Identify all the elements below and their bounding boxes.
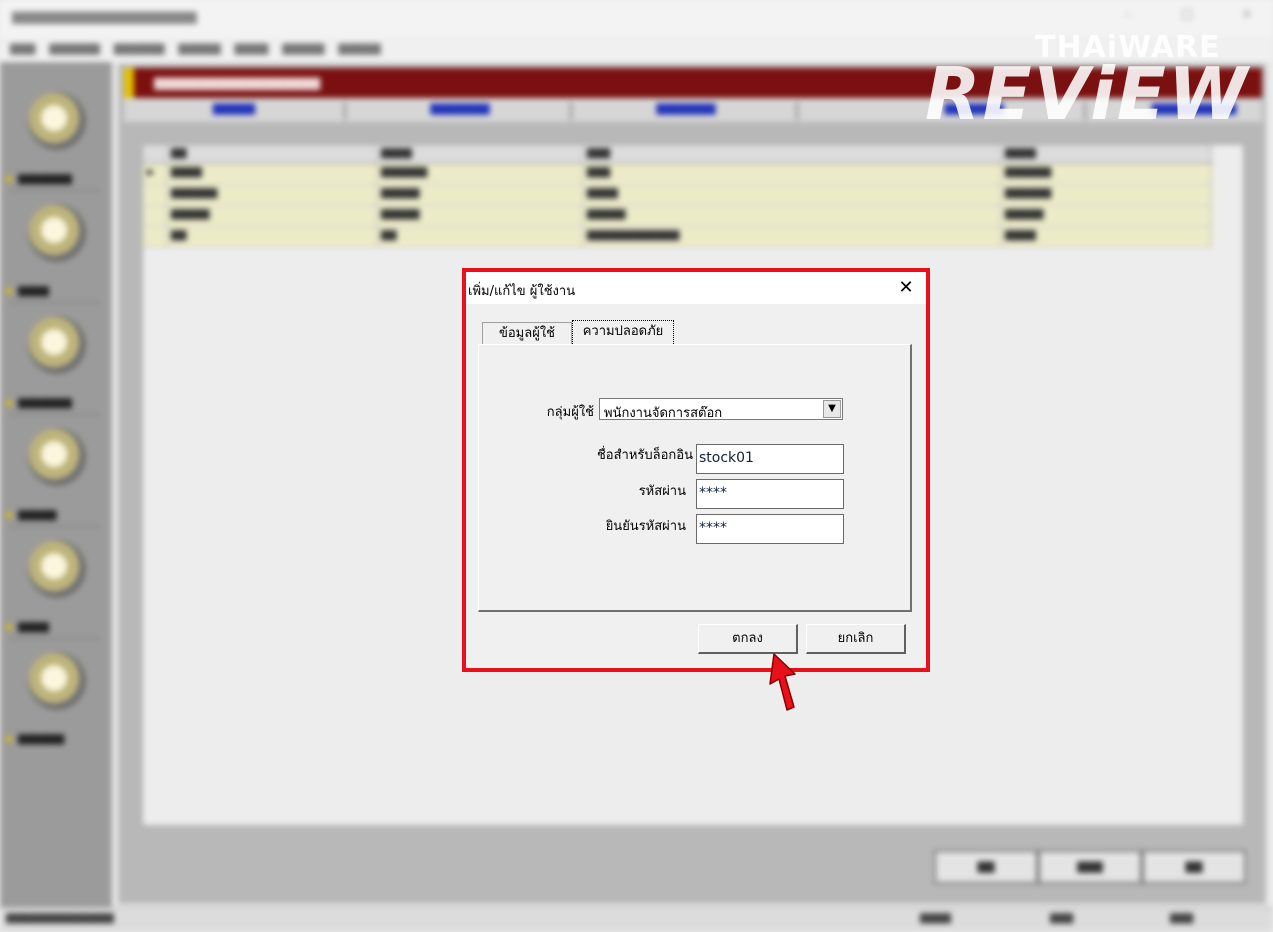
- menu-item[interactable]: ▇▇▇: [10, 42, 35, 55]
- sidebar-icon: [28, 316, 86, 374]
- table-row[interactable]: ▇▇▇▇▇▇▇▇▇▇▇▇▇▇▇▇▇▇▇▇: [143, 227, 1213, 248]
- pointer-arrow-icon: [769, 653, 796, 711]
- sidebar-item[interactable]: ▇▇▇▇▇▇▇: [0, 82, 112, 194]
- sidebar-item-label: ▇▇▇▇: [6, 286, 106, 297]
- bg-add-button[interactable]: ▇▇: [934, 850, 1038, 884]
- highlight-frame: [462, 268, 930, 672]
- sidebar-icon: [28, 428, 86, 486]
- table-row[interactable]: ▇▇▇▇▇▇▇▇▇▇▇▇▇▇▇▇▇▇▇▇: [143, 206, 1213, 227]
- sidebar-item-label: ▇▇▇▇▇▇▇: [6, 398, 106, 409]
- menu-item[interactable]: ▇▇▇▇▇▇: [49, 42, 100, 55]
- menu-item[interactable]: ▇▇▇▇▇: [282, 42, 324, 55]
- sidebar-item[interactable]: ▇▇▇▇▇▇▇: [0, 306, 112, 418]
- sidebar-icon: [28, 540, 86, 598]
- sidebar-item-label: ▇▇▇▇: [6, 622, 106, 633]
- status-bar: ▇▇▇▇▇▇▇▇▇▇▇▇▇▇ ▇▇▇▇ ▇▇▇ ▇▇▇: [0, 907, 1273, 932]
- sidebar-icon: [28, 652, 86, 710]
- main-tab[interactable]: ▇▇▇▇▇▇▇: [350, 102, 572, 120]
- table-row[interactable]: ▶ ▇▇▇▇ ▇▇▇▇▇▇ ▇▇▇ ▇▇▇▇▇▇: [143, 164, 1213, 185]
- thaiware-review-logo: THAiWARE REViEW: [925, 30, 1250, 136]
- status-date: ▇▇▇▇: [920, 913, 951, 924]
- menu-item[interactable]: ▇▇▇▇▇▇: [114, 42, 165, 55]
- sidebar-icon: [28, 92, 86, 150]
- table-row[interactable]: ▇▇▇▇▇▇ ▇▇▇▇▇ ▇▇▇▇ ▇▇▇▇▇▇: [143, 185, 1213, 206]
- sidebar-item[interactable]: ▇▇▇▇▇: [0, 418, 112, 530]
- sidebar-item[interactable]: ▇▇▇▇: [0, 194, 112, 306]
- app-title-blurred: ▇▇▇▇▇▇▇▇▇▇▇▇▇▇▇▇▇▇▇▇: [12, 10, 197, 24]
- bg-edit-button[interactable]: ▇▇▇: [1038, 850, 1142, 884]
- status-caps: ▇▇▇: [1170, 913, 1194, 924]
- main-header-title: ▇▇▇▇▇▇▇▇▇▇▇▇▇▇▇▇▇▇: [154, 76, 321, 90]
- menu-item[interactable]: ▇▇▇▇▇: [178, 42, 220, 55]
- status-time: ▇▇▇: [1050, 913, 1074, 924]
- sidebar-item-label: ▇▇▇▇▇▇: [6, 734, 106, 745]
- sidebar: ▇▇▇▇▇▇▇ ▇▇▇▇ ▇▇▇▇▇▇▇ ▇▇▇▇▇ ▇▇▇▇ ▇▇▇▇▇▇: [0, 62, 112, 907]
- menu-item[interactable]: ▇▇▇▇: [235, 42, 269, 55]
- main-tab[interactable]: ▇▇▇▇▇▇▇: [576, 102, 798, 120]
- sidebar-item-label: ▇▇▇▇▇▇▇: [6, 174, 106, 185]
- sidebar-item[interactable]: ▇▇▇▇▇▇: [0, 642, 112, 754]
- users-grid: ▇▇ ▇▇▇▇ ▇▇▇ ▇▇▇▇ ▶ ▇▇▇▇ ▇▇▇▇▇▇ ▇▇▇ ▇▇▇▇▇▇ ▇▇▇▇▇…: [143, 145, 1213, 248]
- sidebar-item-label: ▇▇▇▇▇: [6, 510, 106, 521]
- sidebar-item[interactable]: ▇▇▇▇: [0, 530, 112, 642]
- sidebar-icon: [28, 204, 86, 262]
- main-tab[interactable]: ▇▇▇▇▇: [124, 102, 346, 120]
- status-text: ▇▇▇▇▇▇▇▇▇▇▇▇▇▇: [6, 913, 114, 924]
- menu-item[interactable]: ▇▇▇▇▇: [338, 42, 380, 55]
- bg-delete-button[interactable]: ▇▇: [1142, 850, 1246, 884]
